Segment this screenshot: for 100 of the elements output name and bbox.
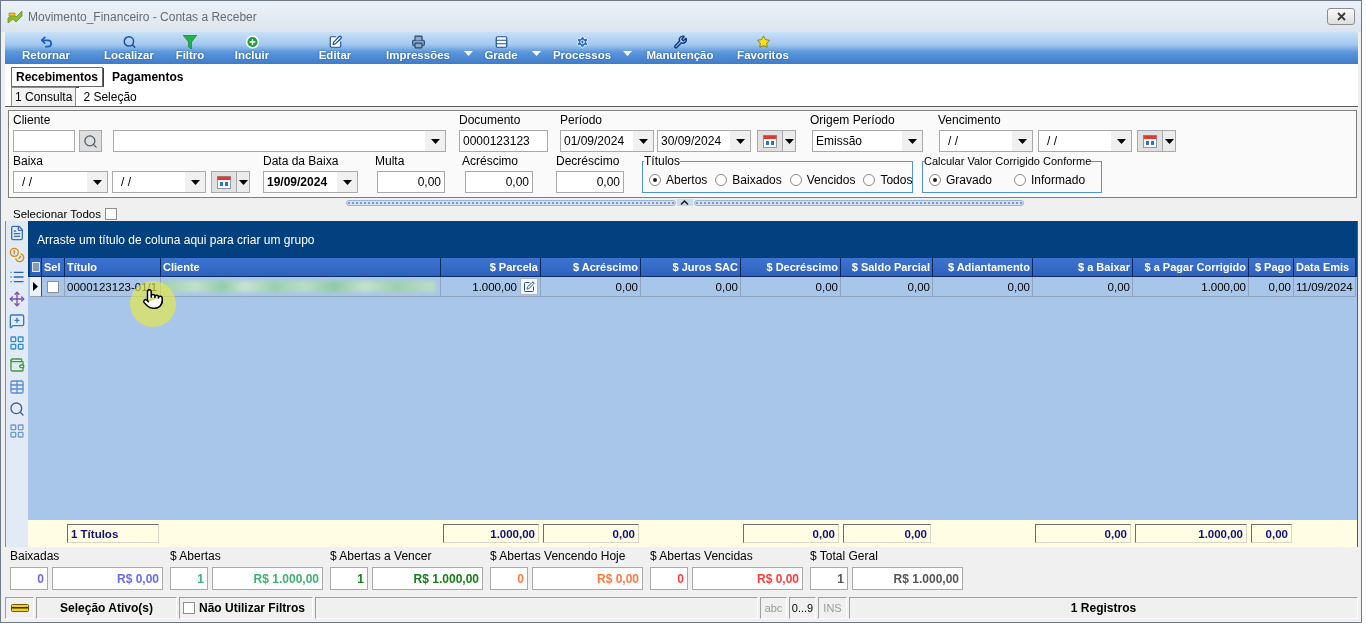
summary-count: 0 (650, 567, 688, 590)
checkbox[interactable] (183, 602, 195, 614)
dropdown-caret-icon[interactable] (735, 138, 745, 144)
field-label: Multa (375, 154, 405, 168)
dropdown-caret-icon[interactable] (190, 179, 200, 185)
table-row[interactable]: 0000123123-01/1 1.000,00 0,00 0,00 0,00 0,00 0,00 0,00 1.000,00 0,00 11/09/2024 (28, 277, 1357, 297)
column-header[interactable]: Título (65, 258, 161, 277)
group-by-area: Arraste um título de coluna aqui para criar um grupo (28, 221, 1357, 258)
radio-button[interactable] (789, 173, 802, 186)
radio-label[interactable]: Baixados (732, 172, 782, 187)
app-icon (7, 9, 23, 24)
table-cell: 0,00 (1033, 277, 1133, 297)
dropdown-caret-icon[interactable] (342, 179, 352, 185)
dropdown-caret-icon[interactable] (92, 179, 102, 185)
tab[interactable]: 1 Consulta (11, 87, 77, 106)
radio-button[interactable] (1014, 173, 1027, 186)
column-header[interactable]: $ Parcela (441, 258, 541, 277)
splitter-bar[interactable] (345, 199, 1024, 206)
total-value: 1.000,00 (443, 524, 539, 543)
dropdown-caret-icon[interactable] (238, 179, 248, 185)
radio-button[interactable] (929, 173, 941, 186)
table-icon (493, 35, 509, 49)
summary-label: $ Total Geral (810, 549, 878, 563)
checkbox-label[interactable]: Não Utilizar Filtros (199, 601, 305, 615)
dropdown-caret-icon[interactable] (1116, 138, 1126, 144)
radio-label[interactable]: Gravado (946, 172, 993, 187)
status-indicator: 0...9 (789, 597, 816, 619)
client-code-field[interactable] (13, 130, 75, 152)
field-label: Origem Período (810, 113, 895, 127)
radio-button[interactable] (715, 173, 728, 186)
dropdown-caret-icon[interactable] (430, 138, 440, 144)
amount-field[interactable]: 0,00 (465, 171, 533, 193)
dropdown-caret-icon[interactable] (1164, 138, 1174, 144)
amount-field[interactable]: 0,00 (377, 171, 445, 193)
radio-button[interactable] (649, 173, 661, 186)
checkbox[interactable] (47, 280, 59, 293)
document-field[interactable]: 0000123123 (459, 130, 548, 152)
table-icon[interactable] (9, 379, 25, 395)
search-icon (121, 35, 137, 49)
date-dropdown[interactable]: / / (939, 130, 1033, 152)
status-indicator: abc (760, 597, 787, 619)
summary-amount: R$ 1.000,00 (212, 567, 323, 590)
search-icon[interactable] (9, 401, 25, 417)
calendar-button[interactable] (1137, 130, 1176, 152)
column-chooser-icon[interactable] (31, 262, 40, 272)
dropdown-caret-icon[interactable] (1017, 138, 1027, 144)
column-header[interactable]: $ Saldo Parcial (841, 258, 933, 277)
radio-label[interactable]: Vencidos (806, 172, 856, 187)
edit-icon[interactable] (520, 278, 538, 295)
wallet-icon[interactable] (9, 357, 25, 373)
grid-icon[interactable] (9, 335, 25, 351)
date-dropdown[interactable]: 30/09/2024 (657, 130, 751, 152)
date-dropdown[interactable]: / / (1038, 130, 1132, 152)
column-header[interactable]: $ Pago (1249, 258, 1294, 277)
comment-add-icon[interactable] (9, 313, 25, 329)
date-dropdown[interactable]: / / (13, 171, 108, 193)
tab[interactable]: Recebimentos (11, 67, 104, 87)
collapse-caret-icon (680, 200, 689, 205)
radio-button[interactable] (863, 173, 876, 186)
date-dropdown[interactable]: 19/09/2024 (263, 171, 358, 193)
column-header[interactable]: Cliente (161, 258, 441, 277)
close-button[interactable] (1327, 8, 1355, 25)
radio-label[interactable]: Todos (880, 172, 913, 187)
total-value: 0,00 (1251, 524, 1292, 543)
list-icon[interactable] (9, 269, 25, 285)
checkbox[interactable] (105, 208, 117, 220)
field-label: Período (560, 113, 603, 127)
column-header[interactable]: $ Decréscimo (741, 258, 841, 277)
column-header[interactable]: Sel (42, 258, 65, 277)
radio-label[interactable]: Informado (1031, 172, 1086, 187)
summary-label: $ Abertas Vencidas (650, 549, 753, 563)
card-icon[interactable] (10, 604, 29, 612)
dropdown-caret-icon[interactable] (907, 138, 917, 144)
date-dropdown[interactable]: / / (112, 171, 206, 193)
calendar-icon (763, 134, 777, 148)
dropdown-caret-icon[interactable] (638, 138, 648, 144)
calendar-button[interactable] (757, 130, 796, 152)
close-icon (1336, 12, 1346, 21)
return-arrow-icon (38, 35, 54, 49)
radio-label[interactable]: Abertos (666, 172, 708, 187)
column-header[interactable]: $ Juros SAC (641, 258, 741, 277)
origin-dropdown[interactable]: Emissão (812, 130, 923, 152)
column-header[interactable]: $ Acréscimo (541, 258, 641, 277)
row-indicator-icon (33, 282, 38, 291)
column-header[interactable]: Data Emis (1294, 258, 1356, 277)
move-icon[interactable] (9, 291, 25, 307)
total-value: 0,00 (543, 524, 639, 543)
checkbox-label[interactable]: Selecionar Todos (13, 208, 101, 220)
date-dropdown[interactable]: 01/09/2024 (560, 130, 654, 152)
amount-field[interactable]: 0,00 (556, 171, 624, 193)
calendar-button[interactable] (211, 171, 250, 193)
total-count: 1 Títulos (67, 524, 159, 543)
column-header[interactable]: $ a Baixar (1033, 258, 1133, 277)
dropdown-caret-icon[interactable] (784, 138, 794, 144)
search-button[interactable] (79, 130, 102, 152)
column-header[interactable]: $ a Pagar Corrigido (1133, 258, 1249, 277)
column-header[interactable]: $ Adiantamento (933, 258, 1033, 277)
summary-count: 1 (330, 567, 368, 590)
star-icon (755, 35, 771, 49)
document-icon[interactable] (9, 225, 25, 241)
